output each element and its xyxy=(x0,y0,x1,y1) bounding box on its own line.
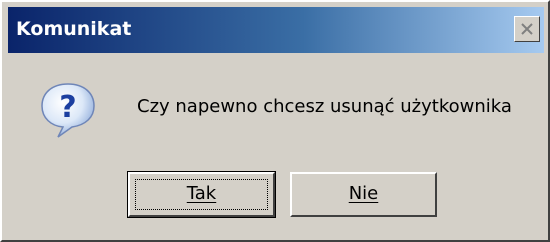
dialog-title: Komunikat xyxy=(16,18,132,40)
title-bar[interactable]: Komunikat xyxy=(8,7,544,53)
yes-button[interactable]: Tak xyxy=(127,171,276,218)
message-dialog: Komunikat ? Czy napewno chcesz usunąć uż… xyxy=(0,0,550,242)
close-button[interactable] xyxy=(514,16,540,42)
no-button[interactable]: Nie xyxy=(290,172,437,217)
dialog-message: Czy napewno chcesz usunąć użytkownika xyxy=(137,96,512,117)
svg-text:?: ? xyxy=(59,90,76,125)
question-icon: ? xyxy=(38,80,98,140)
close-icon xyxy=(521,23,533,35)
focus-indicator xyxy=(135,179,268,210)
no-button-label: Nie xyxy=(348,183,379,204)
